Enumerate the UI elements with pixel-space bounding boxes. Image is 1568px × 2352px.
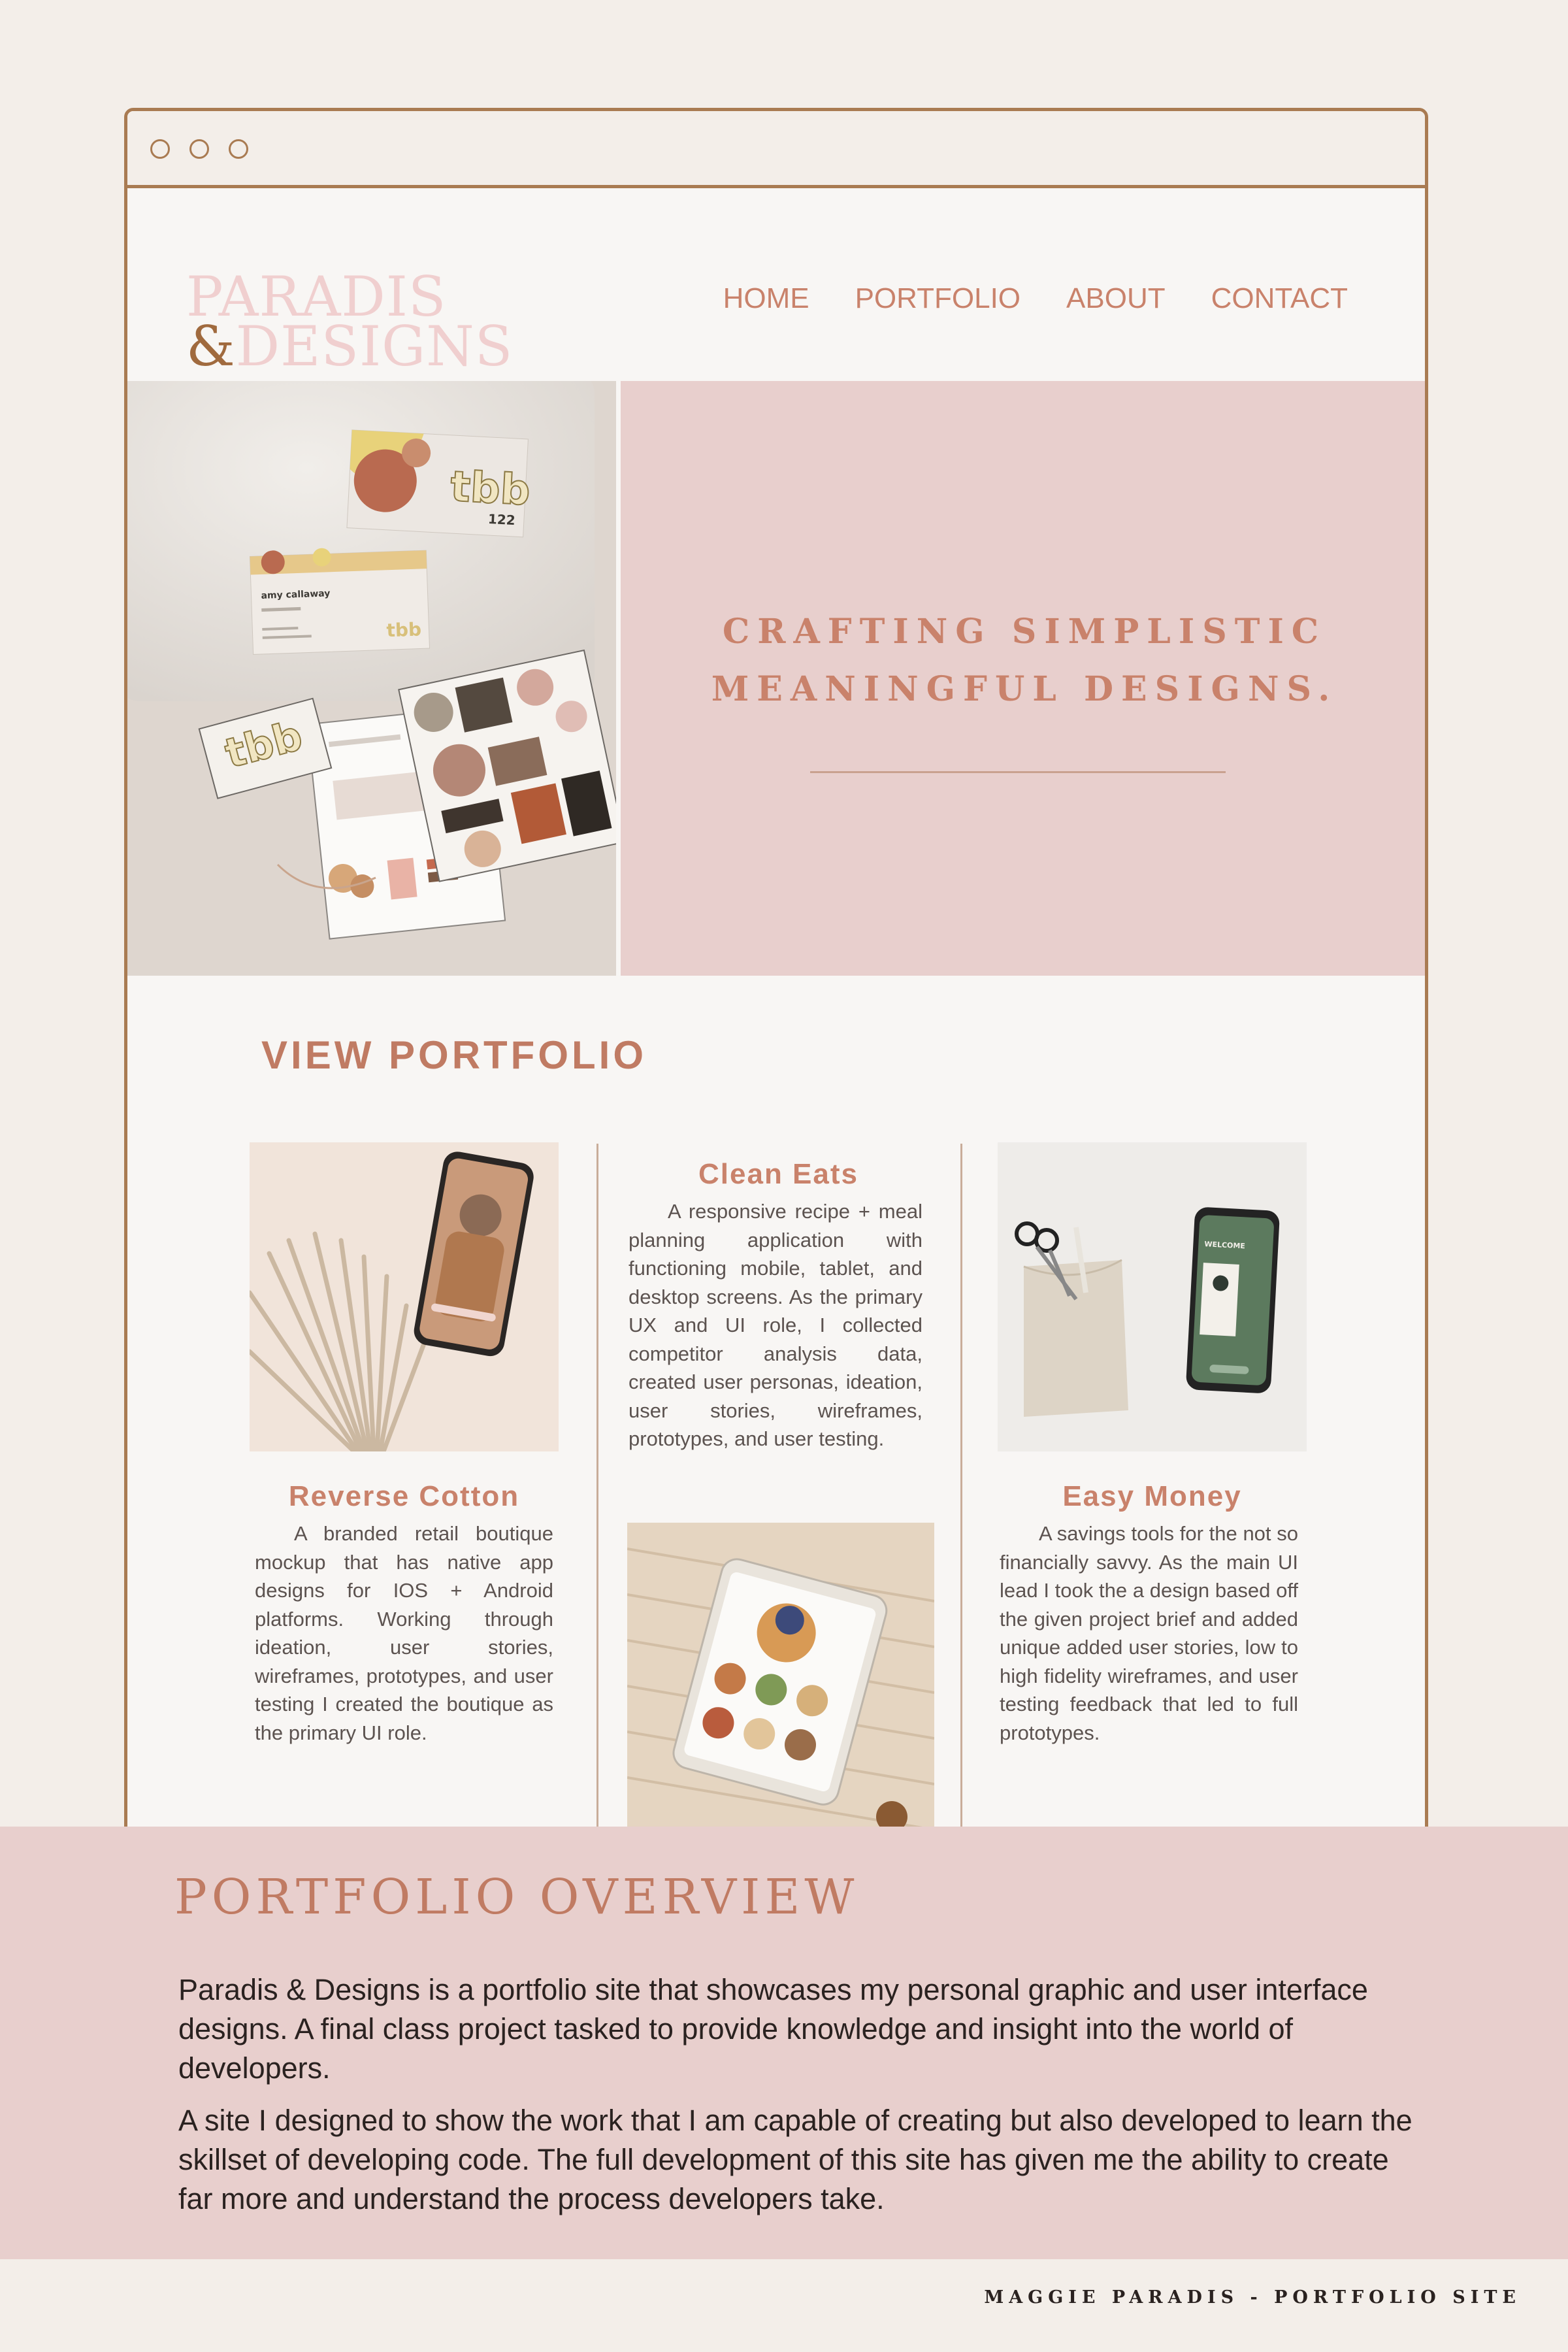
clean-eats-image[interactable] (627, 1523, 934, 1830)
card-brand-text: tbb (449, 463, 532, 515)
browser-titlebar (127, 111, 1425, 188)
tagline-line-1: CRAFTING SIMPLISTIC (722, 612, 1327, 652)
svg-text:tbb: tbb (386, 618, 422, 641)
browser-window: PARADIS &DESIGNS HOME PORTFOLIO ABOUT CO… (124, 108, 1428, 1833)
overview-title: PORTFOLIO OVERVIEW (174, 1869, 859, 1925)
phone-mockup-illustration: WELCOME (998, 1142, 1307, 1451)
overview-paragraph-1: Paradis & Designs is a portfolio site th… (178, 1973, 1368, 2085)
portfolio-heading: VIEW PORTFOLIO (261, 1033, 647, 1077)
nav-portfolio[interactable]: PORTFOLIO (855, 282, 1021, 322)
reverse-cotton-image[interactable] (250, 1142, 559, 1451)
card-description-easy-money: A savings tools for the not so financial… (1000, 1522, 1298, 1744)
phone-mockup-illustration (250, 1142, 559, 1451)
column-divider (596, 1144, 598, 1830)
card-title-clean-eats[interactable]: Clean Eats (624, 1158, 933, 1191)
nav-home[interactable]: HOME (723, 282, 809, 322)
footer-caption: MAGGIE PARADIS - PORTFOLIO SITE (984, 2287, 1521, 2308)
hero-tagline-panel: CRAFTING SIMPLISTIC MEANINGFUL DESIGNS. (621, 381, 1425, 976)
portfolio-overview-section: PORTFOLIO OVERVIEW Paradis & Designs is … (0, 1827, 1568, 2259)
logo-line-2-text: DESIGNS (235, 314, 514, 378)
tablet-mockup-illustration (627, 1523, 934, 1830)
tagline-divider (810, 771, 1226, 773)
card-title-easy-money[interactable]: Easy Money (998, 1480, 1307, 1513)
logo-line-2: &DESIGNS (186, 314, 513, 378)
hero-mockup-image: tbb 122 amy callaway tbb tbb (127, 381, 616, 976)
card-number-text: 122 (487, 511, 515, 528)
site-logo[interactable]: PARADIS &DESIGNS (186, 265, 512, 378)
logo-ampersand: & (186, 314, 236, 378)
hero-tagline: CRAFTING SIMPLISTIC MEANINGFUL DESIGNS. (621, 603, 1425, 718)
tagline-line-2: MEANINGFUL DESIGNS. (711, 669, 1338, 709)
stationery-mockup-illustration: tbb 122 amy callaway tbb tbb (127, 381, 616, 976)
nav-contact[interactable]: CONTACT (1211, 282, 1348, 322)
easy-money-image[interactable]: WELCOME (998, 1142, 1307, 1451)
card-description-clean-eats: A responsive recipe + meal planning appl… (629, 1200, 923, 1450)
window-maximize-control[interactable] (229, 139, 248, 159)
nav-about[interactable]: ABOUT (1066, 282, 1166, 322)
column-divider (960, 1144, 962, 1830)
card-description-reverse-cotton: A branded retail boutique mockup that ha… (255, 1522, 553, 1744)
card-title-reverse-cotton[interactable]: Reverse Cotton (250, 1480, 559, 1513)
window-minimize-control[interactable] (189, 139, 209, 159)
main-nav: HOME PORTFOLIO ABOUT CONTACT (678, 282, 1348, 322)
overview-paragraph-2: A site I designed to show the work that … (178, 2104, 1413, 2215)
window-close-control[interactable] (150, 139, 170, 159)
